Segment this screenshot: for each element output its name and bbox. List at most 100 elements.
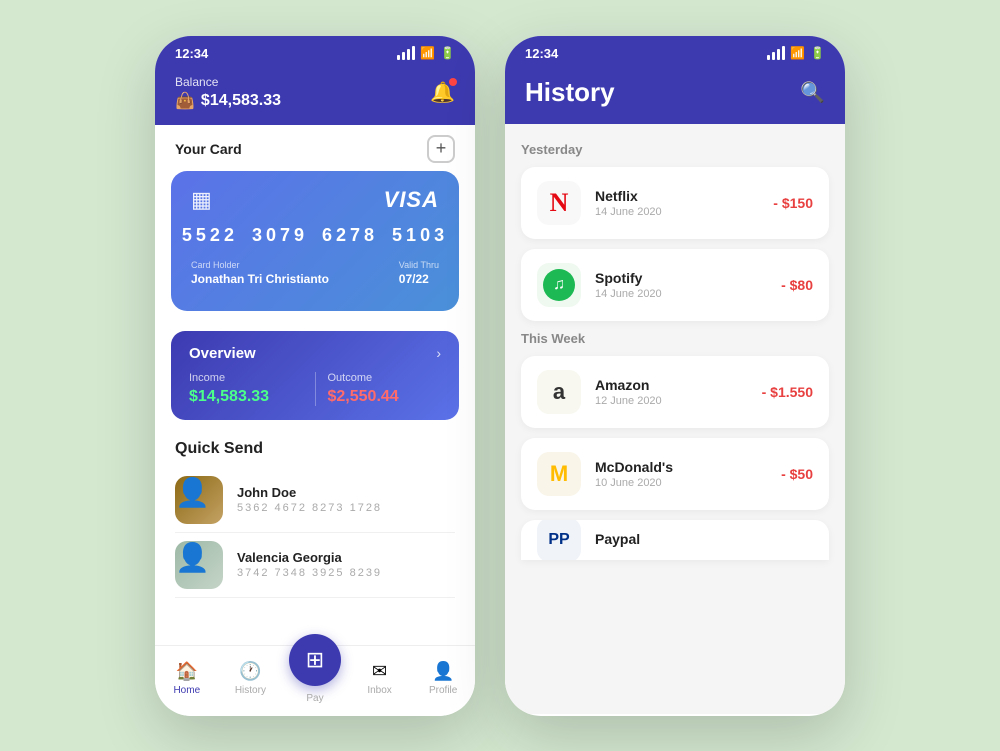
income-label: Income (189, 372, 303, 384)
history-title: History (525, 77, 615, 108)
overview-section: Overview › Income $14,583.33 Outcome $2,… (171, 331, 459, 420)
txn-date-mcdonalds: 10 June 2020 (595, 477, 767, 489)
contact-item-john[interactable]: 👤 John Doe 5362 4672 8273 1728 (175, 468, 455, 533)
valid-date: 07/22 (399, 272, 439, 286)
right-phone: 12:34 📶 🔋 History 🔍 Yesterday N (505, 36, 845, 716)
txn-name-netflix: Netflix (595, 188, 759, 204)
outcome-value: $2,550.44 (328, 388, 442, 406)
notification-bell[interactable]: 🔔 (430, 80, 455, 105)
nav-inbox-label: Inbox (367, 685, 391, 696)
visa-brand: VISA (384, 187, 439, 213)
chip-icon: ▦ (191, 187, 212, 213)
add-card-button[interactable]: + (427, 135, 455, 163)
nav-inbox[interactable]: ✉ Inbox (355, 661, 405, 696)
credit-card: ▦ VISA 5522 3079 6278 5103 Card Holder J… (171, 171, 459, 311)
income-value: $14,583.33 (189, 388, 303, 406)
card-holder-label: Card Holder (191, 260, 329, 270)
txn-amount-amazon: - $1.550 (762, 384, 813, 400)
txn-name-spotify: Spotify (595, 270, 767, 286)
right-status-bar: 12:34 📶 🔋 (505, 36, 845, 67)
notification-dot (449, 78, 457, 86)
battery-icon: 🔋 (440, 46, 455, 60)
valid-label: Valid Thru (399, 260, 439, 270)
txn-mcdonalds[interactable]: M McDonald's 10 June 2020 - $50 (521, 438, 829, 510)
left-phone: 12:34 📶 🔋 Balance 👜 $14,583.33 🔔 (155, 36, 475, 716)
nav-profile[interactable]: 👤 Profile (418, 661, 468, 696)
txn-amazon[interactable]: a Amazon 12 June 2020 - $1.550 (521, 356, 829, 428)
txn-date-netflix: 14 June 2020 (595, 206, 759, 218)
inbox-icon: ✉ (372, 661, 387, 682)
profile-icon: 👤 (432, 661, 454, 682)
balance-value: 👜 $14,583.33 (175, 91, 281, 111)
search-button[interactable]: 🔍 (800, 80, 825, 105)
bottom-nav: 🏠 Home 🕐 History ⊞ Pay ✉ Inbox 👤 Profile (155, 645, 475, 716)
card-holder-name: Jonathan Tri Christianto (191, 272, 329, 286)
qr-icon: ⊞ (306, 647, 324, 673)
paypal-icon: PP (548, 531, 569, 549)
section-yesterday: Yesterday (521, 142, 829, 157)
your-card-label: Your Card (175, 141, 242, 157)
balance-label: Balance (175, 75, 281, 89)
left-status-bar: 12:34 📶 🔋 (155, 36, 475, 67)
txn-name-amazon: Amazon (595, 377, 748, 393)
txn-date-spotify: 14 June 2020 (595, 288, 767, 300)
right-wifi-icon: 📶 (790, 46, 805, 60)
contact-item-valencia[interactable]: 👤 Valencia Georgia 3742 7348 3925 8239 (175, 533, 455, 598)
txn-amount-netflix: - $150 (773, 195, 813, 211)
txn-spotify[interactable]: ♫ Spotify 14 June 2020 - $80 (521, 249, 829, 321)
amazon-icon: a (553, 379, 565, 405)
home-icon: 🏠 (176, 661, 198, 682)
nav-pay[interactable]: ⊞ Pay (289, 654, 341, 704)
txn-netflix[interactable]: N Netflix 14 June 2020 - $150 (521, 167, 829, 239)
right-status-icons: 📶 🔋 (767, 46, 825, 60)
right-battery-icon: 🔋 (810, 46, 825, 60)
paypal-logo: PP (537, 520, 581, 560)
nav-history-label: History (235, 685, 266, 696)
spotify-icon: ♫ (543, 269, 575, 301)
txn-date-amazon: 12 June 2020 (595, 395, 748, 407)
section-this-week: This Week (521, 331, 829, 346)
netflix-n-icon: N (550, 188, 569, 218)
outcome-label: Outcome (328, 372, 442, 384)
txn-amount-spotify: - $80 (781, 277, 813, 293)
txn-name-paypal: Paypal (595, 531, 813, 547)
overview-arrow-icon[interactable]: › (436, 345, 441, 361)
txn-amount-mcdonalds: - $50 (781, 466, 813, 482)
left-status-icons: 📶 🔋 (397, 46, 455, 60)
nav-home-label: Home (173, 685, 200, 696)
card-number: 5522 3079 6278 5103 (191, 225, 439, 246)
card-wrap: ▦ VISA 5522 3079 6278 5103 Card Holder J… (155, 171, 475, 321)
txn-name-mcdonalds: McDonald's (595, 459, 767, 475)
mcdonalds-logo: M (537, 452, 581, 496)
quick-send-section: Quick Send 👤 John Doe 5362 4672 8273 172… (155, 430, 475, 598)
quick-send-title: Quick Send (175, 440, 455, 458)
history-icon: 🕐 (239, 661, 261, 682)
netflix-logo: N (537, 181, 581, 225)
left-header: Balance 👜 $14,583.33 🔔 (155, 67, 475, 125)
contact-name-valencia: Valencia Georgia (237, 550, 382, 565)
overview-title: Overview (189, 345, 256, 362)
avatar-john: 👤 (175, 476, 223, 524)
nav-pay-label: Pay (306, 693, 323, 704)
nav-home[interactable]: 🏠 Home (162, 661, 212, 696)
history-header: History 🔍 (505, 67, 845, 124)
contact-name-john: John Doe (237, 485, 382, 500)
nav-history[interactable]: 🕐 History (225, 661, 275, 696)
history-content: Yesterday N Netflix 14 June 2020 - $150 … (505, 124, 845, 714)
avatar-valencia: 👤 (175, 541, 223, 589)
wifi-icon: 📶 (420, 46, 435, 60)
qr-button[interactable]: ⊞ (289, 634, 341, 686)
contact-card-valencia: 3742 7348 3925 8239 (237, 567, 382, 579)
signal-icon (397, 46, 415, 60)
txn-paypal[interactable]: PP Paypal (521, 520, 829, 560)
right-signal-icon (767, 46, 785, 60)
mcdonalds-icon: M (550, 461, 568, 487)
spotify-logo: ♫ (537, 263, 581, 307)
contact-card-john: 5362 4672 8273 1728 (237, 502, 382, 514)
wallet-icon: 👜 (175, 91, 195, 111)
amazon-logo: a (537, 370, 581, 414)
your-card-row: Your Card + (155, 125, 475, 171)
right-time: 12:34 (525, 46, 558, 61)
nav-profile-label: Profile (429, 685, 457, 696)
left-time: 12:34 (175, 46, 208, 61)
